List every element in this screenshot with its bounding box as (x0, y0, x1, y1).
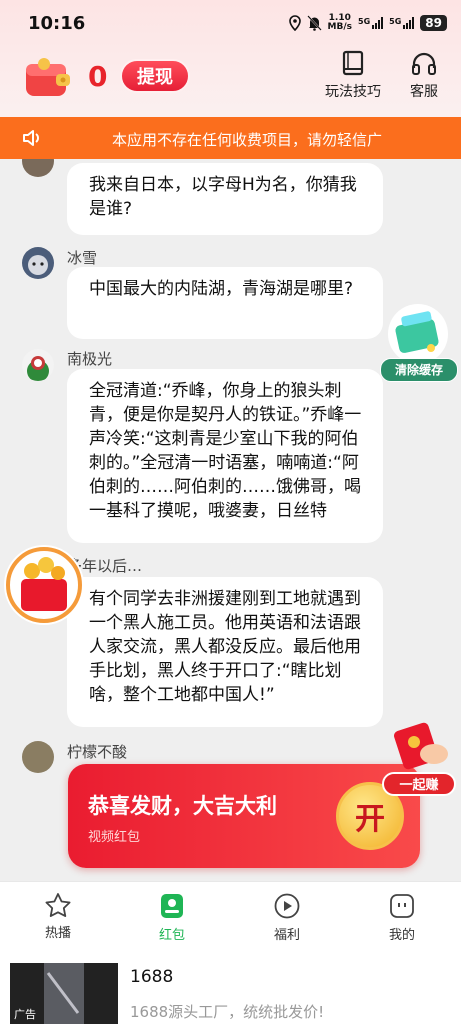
customer-service-button[interactable]: 客服 (389, 50, 459, 101)
wallet-icon[interactable] (22, 56, 72, 102)
star-icon (45, 893, 71, 917)
redpacket-icon (161, 894, 183, 918)
tab-label: 红包 (158, 928, 185, 943)
avatar[interactable] (22, 741, 54, 773)
tips-label: 玩法技巧 (325, 84, 381, 100)
profile-icon (390, 894, 414, 918)
status-icons: 1.10 MB/s 5G 5G 89 (288, 14, 447, 32)
headset-icon (412, 52, 436, 75)
status-time: 10:16 (28, 13, 86, 34)
status-bar: 10:16 1.10 MB/s 5G 5G 89 (0, 0, 461, 46)
notice-bar: 本应用不存在任何收费项目，请勿轻信广 (0, 117, 461, 159)
redpacket-coins-icon (6, 547, 82, 623)
coin-balance: 0 (88, 60, 108, 93)
message-text: 全冠清道:“乔峰，你身上的狼头刺青，便是你是契丹人的铁证。”乔峰一声冷笑:“这刺… (89, 381, 362, 521)
tab-label: 福利 (273, 928, 300, 943)
signal-1-label: 5G (358, 17, 371, 26)
tab-redpacket[interactable]: 红包 (132, 892, 212, 943)
play-icon (274, 893, 300, 919)
redpacket-hand-icon (394, 722, 448, 770)
message-bubble: 中国最大的内陆湖，青海湖是哪里? (67, 267, 383, 339)
location-icon (288, 15, 301, 31)
together-earn-label: 一起赚 (382, 772, 456, 796)
avatar[interactable] (22, 247, 54, 279)
net-speed: 1.10 MB/s (328, 14, 352, 32)
book-icon (342, 50, 364, 76)
notice-text: 本应用不存在任何收费项目，请勿轻信广 (112, 131, 383, 149)
tab-hot[interactable]: 热播 (18, 892, 98, 941)
net-speed-unit: MB/s (327, 22, 353, 32)
ad-description: 1688源头工厂，统统批发价! (130, 1003, 325, 1021)
redpacket-card[interactable]: 恭喜发财，大吉大利 视频红包 开 (68, 764, 420, 868)
avatar[interactable] (22, 349, 54, 381)
signal-bars-icon (372, 17, 384, 29)
floating-redpacket-button[interactable] (4, 545, 84, 625)
bottom-tab-bar: 热播 红包 福利 我的 (0, 881, 461, 954)
tab-label: 我的 (388, 928, 415, 943)
together-earn-button[interactable]: 一起赚 (382, 712, 458, 796)
username: 柠檬不酸 (67, 743, 128, 761)
ad-banner[interactable]: 广告 1688 1688源头工厂，统统批发价! (0, 953, 461, 1024)
message-text: 中国最大的内陆湖，青海湖是哪里? (89, 279, 354, 299)
message-text: 我来自日本，以字母H为名，你猜我是谁? (89, 175, 357, 219)
top-area: 10:16 1.10 MB/s 5G 5G 89 0 提现 玩法技巧 客服 (0, 0, 461, 117)
signal-2: 5G (389, 17, 415, 29)
service-label: 客服 (410, 84, 438, 100)
tab-mine[interactable]: 我的 (362, 892, 442, 943)
ad-title: 1688 (130, 967, 174, 987)
signal-bars-icon (403, 17, 415, 29)
username: 南极光 (67, 350, 113, 368)
message-bubble: 全冠清道:“乔峰，你身上的狼头刺青，便是你是契丹人的铁证。”乔峰一声冷笑:“这刺… (67, 369, 383, 543)
username: 冰雪 (67, 249, 98, 267)
tab-label: 热播 (44, 926, 71, 941)
tips-button[interactable]: 玩法技巧 (318, 50, 388, 101)
redpacket-title: 恭喜发财，大吉大利 (88, 794, 277, 818)
ad-tag: 广告 (14, 1008, 36, 1021)
signal-1: 5G (358, 17, 384, 29)
message-bubble: 有个同学去非洲援建刚到工地就遇到一个黑人施工员。他用英语和法语跟人家交流，黑人都… (67, 577, 383, 727)
avatar[interactable] (22, 159, 54, 177)
redpacket-subtitle: 视频红包 (88, 830, 141, 845)
clear-cache-button[interactable]: 清除缓存 (378, 300, 458, 382)
signal-2-label: 5G (389, 17, 402, 26)
mute-bell-icon (306, 15, 322, 31)
battery-indicator: 89 (420, 15, 447, 31)
ad-thumbnail[interactable]: 广告 (10, 963, 118, 1024)
broom-icon (388, 304, 448, 364)
header: 0 提现 玩法技巧 客服 (0, 46, 461, 116)
withdraw-button[interactable]: 提现 (120, 59, 190, 93)
message-bubble: 我来自日本，以字母H为名，你猜我是谁? (67, 163, 383, 235)
tab-welfare[interactable]: 福利 (247, 892, 327, 943)
speaker-icon (23, 130, 39, 146)
clear-cache-label: 清除缓存 (380, 358, 458, 382)
message-text: 有个同学去非洲援建刚到工地就遇到一个黑人施工员。他用英语和法语跟人家交流，黑人都… (89, 589, 361, 705)
